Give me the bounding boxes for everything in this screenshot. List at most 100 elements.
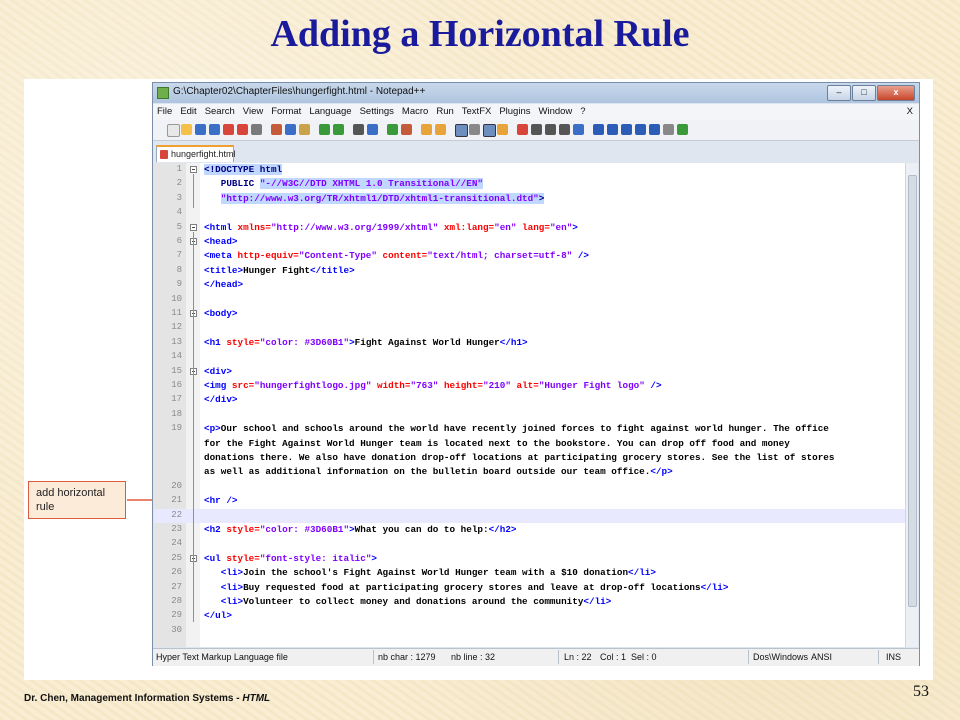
spell-check-icon[interactable] [677, 124, 688, 135]
slide-footer: Dr. Chen, Management Information Systems… [24, 693, 271, 704]
status-line: Ln : 22 [564, 652, 592, 662]
textfx-icon[interactable] [593, 124, 604, 135]
menu-format[interactable]: Format [267, 104, 305, 117]
code-editor[interactable]: 1 <!DOCTYPE html 2 PUBLIC "-//W3C//DTD X… [154, 163, 918, 647]
fold-toggle-icon[interactable] [190, 223, 197, 231]
zoom-out-icon[interactable] [401, 124, 412, 135]
arrow-up-icon[interactable] [607, 124, 618, 135]
line-number: 10 [171, 293, 182, 304]
callout-text: add horizontal rule [36, 487, 106, 513]
menu-edit[interactable]: Edit [176, 104, 200, 117]
code-line: 21 <hr /> [154, 494, 906, 508]
sync-horizontal-icon[interactable] [435, 124, 446, 135]
close-all-icon[interactable] [237, 124, 248, 135]
vertical-scrollbar[interactable] [905, 163, 918, 647]
replace-icon[interactable] [367, 124, 378, 135]
undo-icon[interactable] [319, 124, 330, 135]
cut-icon[interactable] [271, 124, 282, 135]
line-number: 29 [171, 610, 182, 621]
fold-toggle-icon[interactable] [190, 166, 197, 173]
print-icon[interactable] [251, 124, 262, 135]
public-token: PUBLIC [220, 178, 260, 190]
status-nbchar: nb char : 1279 [378, 652, 436, 662]
line-number: 25 [171, 552, 182, 563]
code-line: 19 <p>Our school and schools around the … [154, 422, 906, 436]
close-button[interactable]: x [877, 85, 915, 101]
menu-language[interactable]: Language [305, 104, 355, 117]
toolbar [153, 120, 919, 141]
notepadpp-app-icon [157, 87, 169, 99]
save-icon[interactable] [195, 124, 206, 135]
menu-textfx[interactable]: TextFX [458, 104, 496, 117]
code-line: 20 [154, 480, 906, 494]
save-all-icon[interactable] [209, 124, 220, 135]
copy-icon[interactable] [285, 124, 296, 135]
zoom-in-icon[interactable] [387, 124, 398, 135]
user-lang-icon[interactable] [497, 124, 508, 135]
line-number: 9 [176, 279, 182, 290]
show-all-chars-icon[interactable] [469, 124, 480, 135]
minimize-button[interactable]: – [827, 85, 851, 101]
paste-icon[interactable] [299, 124, 310, 135]
status-eol: Dos\Windows [753, 652, 809, 662]
indent-guide-icon[interactable] [483, 124, 496, 137]
code-line-wrap: for the Fight Against World Hunger team … [204, 437, 790, 449]
current-line: 22 [154, 508, 906, 523]
line-number: 14 [171, 351, 182, 362]
stop-macro-icon[interactable] [531, 124, 542, 135]
code-line: 15 <div> [154, 365, 906, 379]
sort-icon[interactable] [635, 124, 646, 135]
code-line: 11 <body> [154, 307, 906, 321]
code-line: 3 "http://www.w3.org/TR/xhtml1/DTD/xhtml… [154, 192, 906, 206]
code-line: 25 <ul style="font-style: italic"> [154, 552, 906, 566]
menu-macro[interactable]: Macro [398, 104, 432, 117]
code-line: 16 <img src="hungerfightlogo.jpg" width=… [154, 379, 906, 393]
play-macro-icon[interactable] [545, 124, 556, 135]
menu-plugins[interactable]: Plugins [495, 104, 534, 117]
save-macro-icon[interactable] [573, 124, 584, 135]
line-number: 16 [171, 380, 182, 390]
line-number: 21 [171, 495, 182, 506]
document-map-icon[interactable] [663, 124, 674, 135]
menu-search[interactable]: Search [201, 104, 239, 117]
code-line: 28 <li>Volunteer to collect money and do… [154, 595, 906, 609]
line-number: 18 [171, 408, 182, 419]
code-line-wrap: donations there. We also have donation d… [204, 452, 835, 463]
run-macro-multiple-icon[interactable] [559, 124, 570, 135]
redo-icon[interactable] [333, 124, 344, 135]
find-icon[interactable] [353, 124, 364, 135]
menu-help[interactable]: ? [576, 104, 589, 117]
menu-bar: File Edit Search View Format Language Settings… [153, 104, 919, 120]
menu-settings[interactable]: Settings [356, 104, 398, 117]
line-number: 15 [171, 365, 182, 376]
record-macro-icon[interactable] [517, 124, 528, 135]
close-file-icon[interactable] [223, 124, 234, 135]
compare-icon[interactable] [649, 124, 660, 135]
line-number: 27 [171, 581, 182, 592]
word-wrap-icon[interactable] [455, 124, 468, 137]
menu-window[interactable]: Window [535, 104, 577, 117]
new-file-icon[interactable] [167, 124, 180, 137]
menu-file[interactable]: File [153, 104, 176, 117]
sync-vertical-icon[interactable] [421, 124, 432, 135]
notepadpp-window: G:\Chapter02\ChapterFiles\hungerfight.ht… [152, 82, 920, 666]
open-folder-icon[interactable] [181, 124, 192, 135]
tab-hungerfight-html[interactable]: hungerfight.html [156, 145, 236, 162]
arrow-down-icon[interactable] [621, 124, 632, 135]
status-encoding: ANSI [811, 652, 833, 662]
code-line-wrap: as well as additional information on the… [204, 466, 673, 478]
line-number: 20 [171, 480, 182, 491]
tab-label: hungerfight.html [171, 149, 236, 159]
line-number: 8 [176, 264, 182, 275]
menu-view[interactable]: View [239, 104, 267, 117]
line-number: 26 [171, 567, 182, 578]
code-line: 29 </ul> [154, 609, 906, 623]
menu-run[interactable]: Run [432, 104, 457, 117]
line-number: 3 [176, 192, 182, 203]
maximize-button[interactable]: □ [852, 85, 876, 101]
window-titlebar[interactable]: G:\Chapter02\ChapterFiles\hungerfight.ht… [153, 83, 919, 103]
code-line: 9 </head> [154, 278, 906, 292]
document-close-button[interactable]: X [907, 106, 913, 117]
scrollbar-thumb[interactable] [908, 175, 917, 607]
status-nbline: nb line : 32 [451, 652, 496, 662]
